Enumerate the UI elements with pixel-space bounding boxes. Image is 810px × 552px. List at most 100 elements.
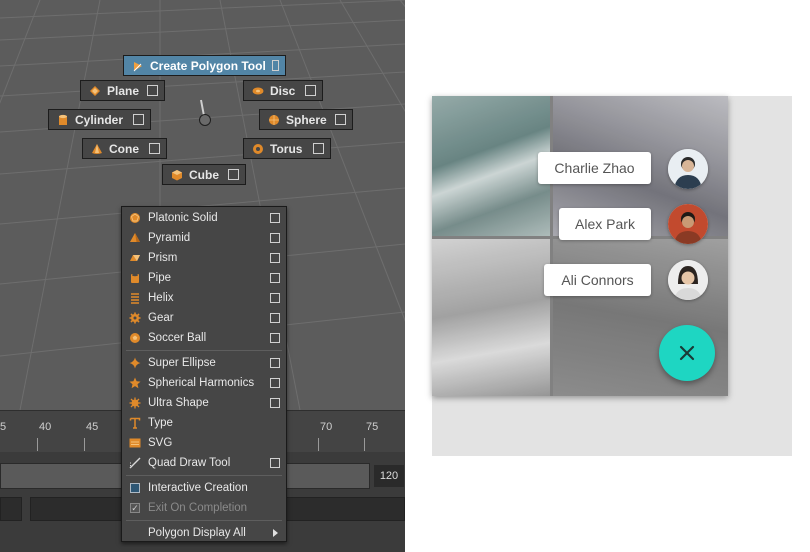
create-polygon-tool-option-box[interactable] xyxy=(271,60,279,71)
cone-label: Cone xyxy=(109,141,139,156)
option-box[interactable] xyxy=(270,293,280,303)
create-polygon-tool-item[interactable]: Create Polygon Tool xyxy=(123,55,286,76)
menu-item-helix[interactable]: Helix xyxy=(122,288,286,308)
plane-option-box[interactable] xyxy=(147,85,158,96)
cylinder-item[interactable]: Cylinder xyxy=(48,109,151,130)
option-box[interactable] xyxy=(270,378,280,388)
contact-label-chip[interactable]: Ali Connors xyxy=(544,264,651,296)
menu-item-spherical-harmonics[interactable]: Spherical Harmonics xyxy=(122,373,286,393)
type-icon xyxy=(128,416,142,430)
menu-item-pyramid[interactable]: Pyramid xyxy=(122,228,286,248)
option-box[interactable] xyxy=(270,358,280,368)
tick-label: 5 xyxy=(0,421,7,433)
option-box[interactable] xyxy=(270,253,280,263)
torus-option-box[interactable] xyxy=(313,143,324,154)
torus-label: Torus xyxy=(270,141,303,156)
tick-mark xyxy=(37,438,38,451)
gear-icon xyxy=(128,311,142,325)
menu-separator xyxy=(126,520,282,521)
menu-item-label: Helix xyxy=(148,292,174,304)
disc-option-box[interactable] xyxy=(305,85,316,96)
option-box[interactable] xyxy=(270,398,280,408)
avatar[interactable] xyxy=(668,204,708,244)
exit-on-completion-checkbox: ✓ xyxy=(130,502,140,513)
cylinder-option-box[interactable] xyxy=(133,114,144,125)
sphere-option-box[interactable] xyxy=(335,114,346,125)
soccer-ball-icon xyxy=(128,331,142,345)
create-polygon-tool-label: Create Polygon Tool xyxy=(150,58,266,73)
option-box[interactable] xyxy=(270,333,280,343)
menu-item-label: Super Ellipse xyxy=(148,357,216,369)
torus-icon xyxy=(252,143,264,155)
sphere-label: Sphere xyxy=(286,112,327,127)
option-box[interactable] xyxy=(270,458,280,468)
menu-item-soccer-ball[interactable]: Soccer Ball xyxy=(122,328,286,348)
menu-item-super-ellipse[interactable]: Super Ellipse xyxy=(122,353,286,373)
quad-draw-icon xyxy=(128,456,142,470)
command-line-type[interactable] xyxy=(0,497,22,521)
menu-item-label: Spherical Harmonics xyxy=(148,377,255,389)
range-end-field[interactable]: 120 xyxy=(374,465,404,487)
person-avatar-icon xyxy=(668,204,708,244)
polygon-tool-icon xyxy=(132,60,144,72)
menu-item-ultra-shape[interactable]: Ultra Shape xyxy=(122,393,286,413)
helix-icon xyxy=(128,291,142,305)
plane-item[interactable]: Plane xyxy=(80,80,165,101)
menu-item-gear[interactable]: Gear xyxy=(122,308,286,328)
pyramid-icon xyxy=(128,231,142,245)
menu-item-label: Quad Draw Tool xyxy=(148,457,231,469)
tick-mark xyxy=(318,438,319,451)
menu-item-platonic-solid[interactable]: Platonic Solid xyxy=(122,208,286,228)
option-box[interactable] xyxy=(270,313,280,323)
cube-option-box[interactable] xyxy=(228,169,239,180)
screen: Create Polygon Tool Plane Disc Cylinder xyxy=(0,0,810,552)
avatar[interactable] xyxy=(668,149,708,189)
menu-item-label: Soccer Ball xyxy=(148,332,207,344)
menu-item-prism[interactable]: Prism xyxy=(122,248,286,268)
prism-icon xyxy=(128,251,142,265)
menu-item-svg[interactable]: SVG xyxy=(122,433,286,453)
polygon-primitives-menu: Platonic Solid Pyramid Prism Pipe Helix … xyxy=(121,206,287,542)
menu-item-label: Pipe xyxy=(148,272,172,284)
cone-item[interactable]: Cone xyxy=(82,138,167,159)
svg-icon xyxy=(128,436,142,450)
platonic-solid-icon xyxy=(128,211,142,225)
menu-separator xyxy=(126,475,282,476)
ultra-shape-icon xyxy=(128,396,142,410)
contact-label-chip[interactable]: Charlie Zhao xyxy=(538,152,651,184)
person-avatar-icon xyxy=(668,149,708,189)
interactive-creation-checkbox[interactable] xyxy=(128,481,142,495)
menu-separator xyxy=(126,350,282,351)
cube-item[interactable]: Cube xyxy=(162,164,246,185)
tick-mark xyxy=(84,438,85,451)
cone-option-box[interactable] xyxy=(149,143,160,154)
menu-item-quad-draw-tool[interactable]: Quad Draw Tool xyxy=(122,453,286,473)
menu-item-label: Interactive Creation xyxy=(148,482,248,494)
menu-item-pipe[interactable]: Pipe xyxy=(122,268,286,288)
menu-item-spacer xyxy=(128,526,142,540)
disc-item[interactable]: Disc xyxy=(243,80,323,101)
menu-item-label: Ultra Shape xyxy=(148,397,209,409)
menu-item-type[interactable]: Type xyxy=(122,413,286,433)
disc-icon xyxy=(252,85,264,97)
menu-item-label: Type xyxy=(148,417,173,429)
chevron-right-icon xyxy=(273,529,278,537)
tick-label: 45 xyxy=(86,421,99,433)
torus-item[interactable]: Torus xyxy=(243,138,331,159)
menu-item-label: Exit On Completion xyxy=(148,502,248,514)
cylinder-icon xyxy=(57,114,69,126)
menu-item-polygon-display-all[interactable]: Polygon Display All xyxy=(122,523,286,543)
cone-icon xyxy=(91,143,103,155)
menu-item-label: Prism xyxy=(148,252,178,264)
option-box[interactable] xyxy=(270,213,280,223)
plane-label: Plane xyxy=(107,83,140,98)
contact-name: Ali Connors xyxy=(561,272,634,288)
option-box[interactable] xyxy=(270,233,280,243)
option-box[interactable] xyxy=(270,273,280,283)
super-ellipse-icon xyxy=(128,356,142,370)
contact-label-chip[interactable]: Alex Park xyxy=(559,208,651,240)
menu-item-interactive-creation[interactable]: Interactive Creation xyxy=(122,478,286,498)
fab-button[interactable] xyxy=(659,325,715,381)
sphere-item[interactable]: Sphere xyxy=(259,109,353,130)
avatar[interactable] xyxy=(668,260,708,300)
